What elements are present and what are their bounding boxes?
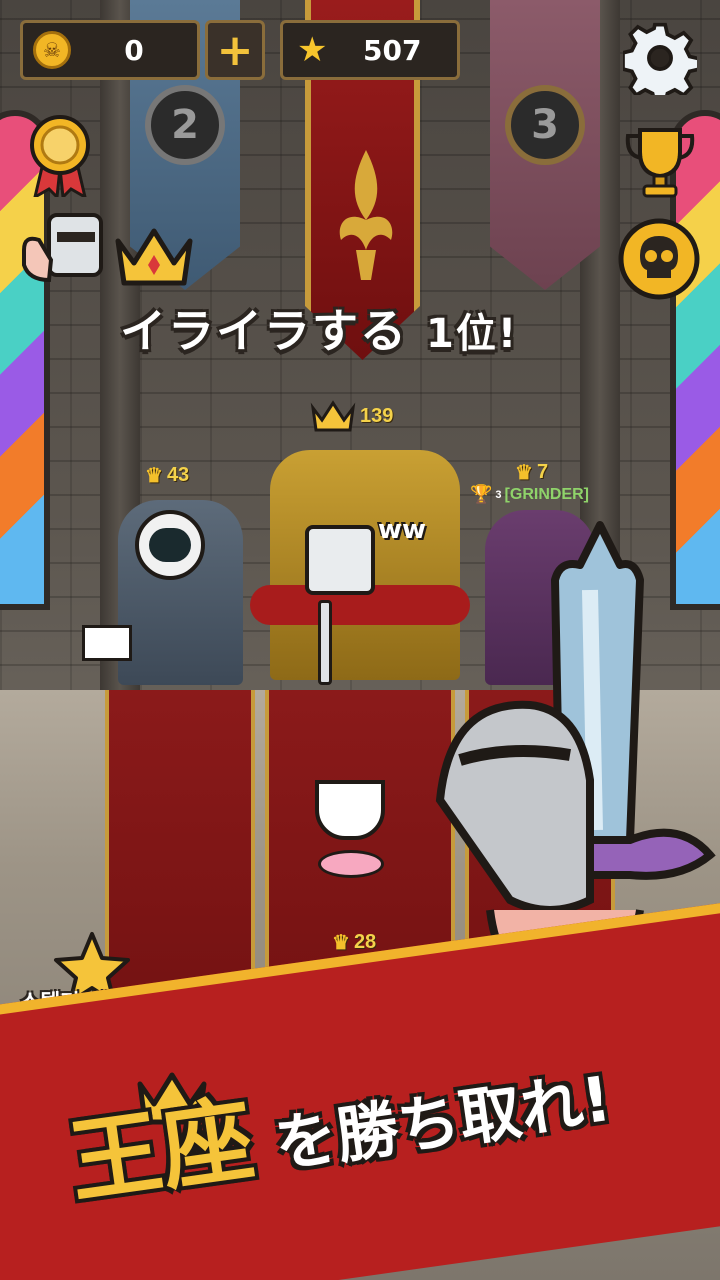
fleur-de-lis-icon	[339, 150, 393, 280]
headline-text: イライラする	[120, 304, 408, 358]
star-amount: 507	[363, 33, 422, 67]
coin-amount: 0	[124, 33, 144, 67]
player-title: [GRINDER]	[504, 485, 589, 503]
trophy-button[interactable]	[618, 120, 702, 204]
bottom-player-score: ♛ 28	[332, 930, 376, 955]
settings-button[interactable]	[620, 18, 700, 98]
coin-counter: ☠ 0	[20, 20, 200, 80]
medal-icon	[30, 115, 90, 197]
crown-icon: ♛	[332, 932, 350, 954]
center-player-score: 139	[310, 400, 393, 432]
score-value: 7	[536, 461, 549, 483]
star-icon: ★	[297, 30, 328, 70]
star-counter: ★ 507	[280, 20, 460, 80]
left-player-score: ♛ 43	[145, 463, 189, 488]
rank-number: 3	[531, 102, 559, 148]
trophy-icon: 🏆	[470, 484, 493, 504]
skull-coin-icon: ☠	[33, 31, 71, 69]
score-value: 43	[166, 464, 190, 486]
gear-icon	[623, 22, 697, 95]
tutu	[318, 850, 384, 878]
skull-button[interactable]	[615, 215, 703, 303]
add-coins-button[interactable]: +	[205, 20, 265, 80]
profile-button[interactable]	[18, 205, 108, 295]
knight-helmet-icon	[22, 213, 103, 283]
crown-icon: ♛	[515, 462, 533, 484]
speech-text: ww	[378, 515, 427, 545]
headline: イライラする 1位!	[120, 295, 518, 361]
planet-flag	[82, 625, 132, 661]
rank-number: 2	[171, 102, 199, 148]
score-value: 28	[353, 931, 377, 953]
astronaut-character	[135, 510, 205, 580]
crown-icon: ♛	[145, 465, 163, 487]
banner-third: 3	[490, 0, 600, 290]
rank-medal-third: 3	[505, 85, 585, 165]
score-value: 139	[360, 404, 394, 427]
rank-medal-second: 2	[145, 85, 225, 165]
right-player-tag: 🏆 3 [GRINDER]	[470, 484, 589, 505]
right-player-score: ♛ 7	[515, 460, 548, 485]
achievements-button[interactable]	[20, 110, 100, 200]
sword-small	[318, 600, 332, 685]
crown-icon	[115, 228, 193, 286]
knight-character	[305, 525, 375, 595]
headline-rank: 1位!	[426, 311, 519, 357]
skull-icon	[618, 218, 700, 300]
plus-label: +	[216, 24, 254, 76]
cup-character	[315, 780, 385, 840]
trophy-icon	[625, 128, 695, 198]
promo-title-gold: 王座	[62, 1085, 261, 1217]
crown-icon	[310, 400, 356, 432]
trophy-rank: 3	[495, 488, 502, 501]
